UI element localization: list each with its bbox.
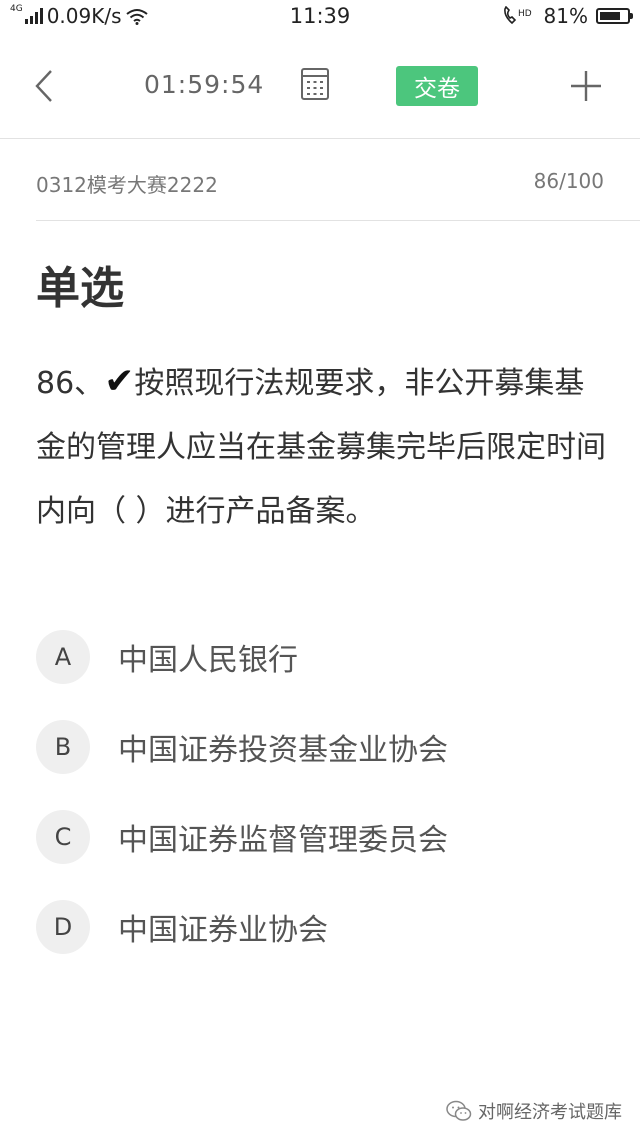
- status-bar: 4G 0.09K/s 11:39 HD 81%: [0, 0, 640, 34]
- exam-name: 0312模考大赛2222: [36, 173, 218, 197]
- status-right: HD 81%: [502, 4, 633, 28]
- battery-fill: [600, 12, 621, 20]
- exam-info-divider: [36, 220, 640, 221]
- question-type: 单选: [36, 263, 124, 314]
- answer-options: A 中国人民银行 B 中国证券投资基金业协会 C 中国证券监督管理委员会 D 中…: [36, 612, 616, 972]
- exam-info-bar: 0312模考大赛2222 86/100: [0, 139, 640, 220]
- check-mark-icon: ✔: [104, 361, 135, 402]
- wechat-icon: [446, 1100, 472, 1121]
- option-letter: A: [36, 630, 90, 684]
- more-button[interactable]: [568, 68, 608, 108]
- option-letter: D: [36, 900, 90, 954]
- option-letter: C: [36, 810, 90, 864]
- exam-toolbar: 01:59:54 交卷: [0, 34, 640, 138]
- option-text: 中国人民银行: [118, 643, 298, 678]
- phone-hd-icon: HD: [503, 6, 532, 25]
- watermark: 对啊经济考试题库: [446, 1098, 622, 1124]
- option-text: 中国证券投资基金业协会: [118, 733, 448, 768]
- answer-sheet-icon: [301, 68, 329, 100]
- answer-sheet-button[interactable]: [300, 67, 336, 105]
- countdown-timer: 01:59:54: [144, 70, 265, 99]
- option-c[interactable]: C 中国证券监督管理委员会: [36, 792, 616, 882]
- option-text: 中国证券监督管理委员会: [118, 823, 448, 858]
- option-a[interactable]: A 中国人民银行: [36, 612, 616, 702]
- option-text: 中国证券业协会: [118, 913, 328, 948]
- submit-exam-button[interactable]: 交卷: [396, 66, 478, 106]
- battery-icon: [596, 8, 633, 24]
- option-d[interactable]: D 中国证券业协会: [36, 882, 616, 972]
- chevron-left-icon: [35, 70, 52, 102]
- hd-label: HD: [518, 9, 532, 19]
- option-b[interactable]: B 中国证券投资基金业协会: [36, 702, 616, 792]
- watermark-text: 对啊经济考试题库: [478, 1102, 622, 1123]
- back-button[interactable]: [24, 64, 64, 108]
- battery-percent: 81%: [543, 4, 588, 28]
- question-number: 86、: [36, 366, 105, 401]
- question-text: 86、✔按照现行法规要求，非公开募集基金的管理人应当在基金募集完毕后限定时间内向…: [36, 350, 606, 544]
- option-letter: B: [36, 720, 90, 774]
- question-progress: 86/100: [533, 169, 604, 193]
- plus-icon: [571, 71, 601, 101]
